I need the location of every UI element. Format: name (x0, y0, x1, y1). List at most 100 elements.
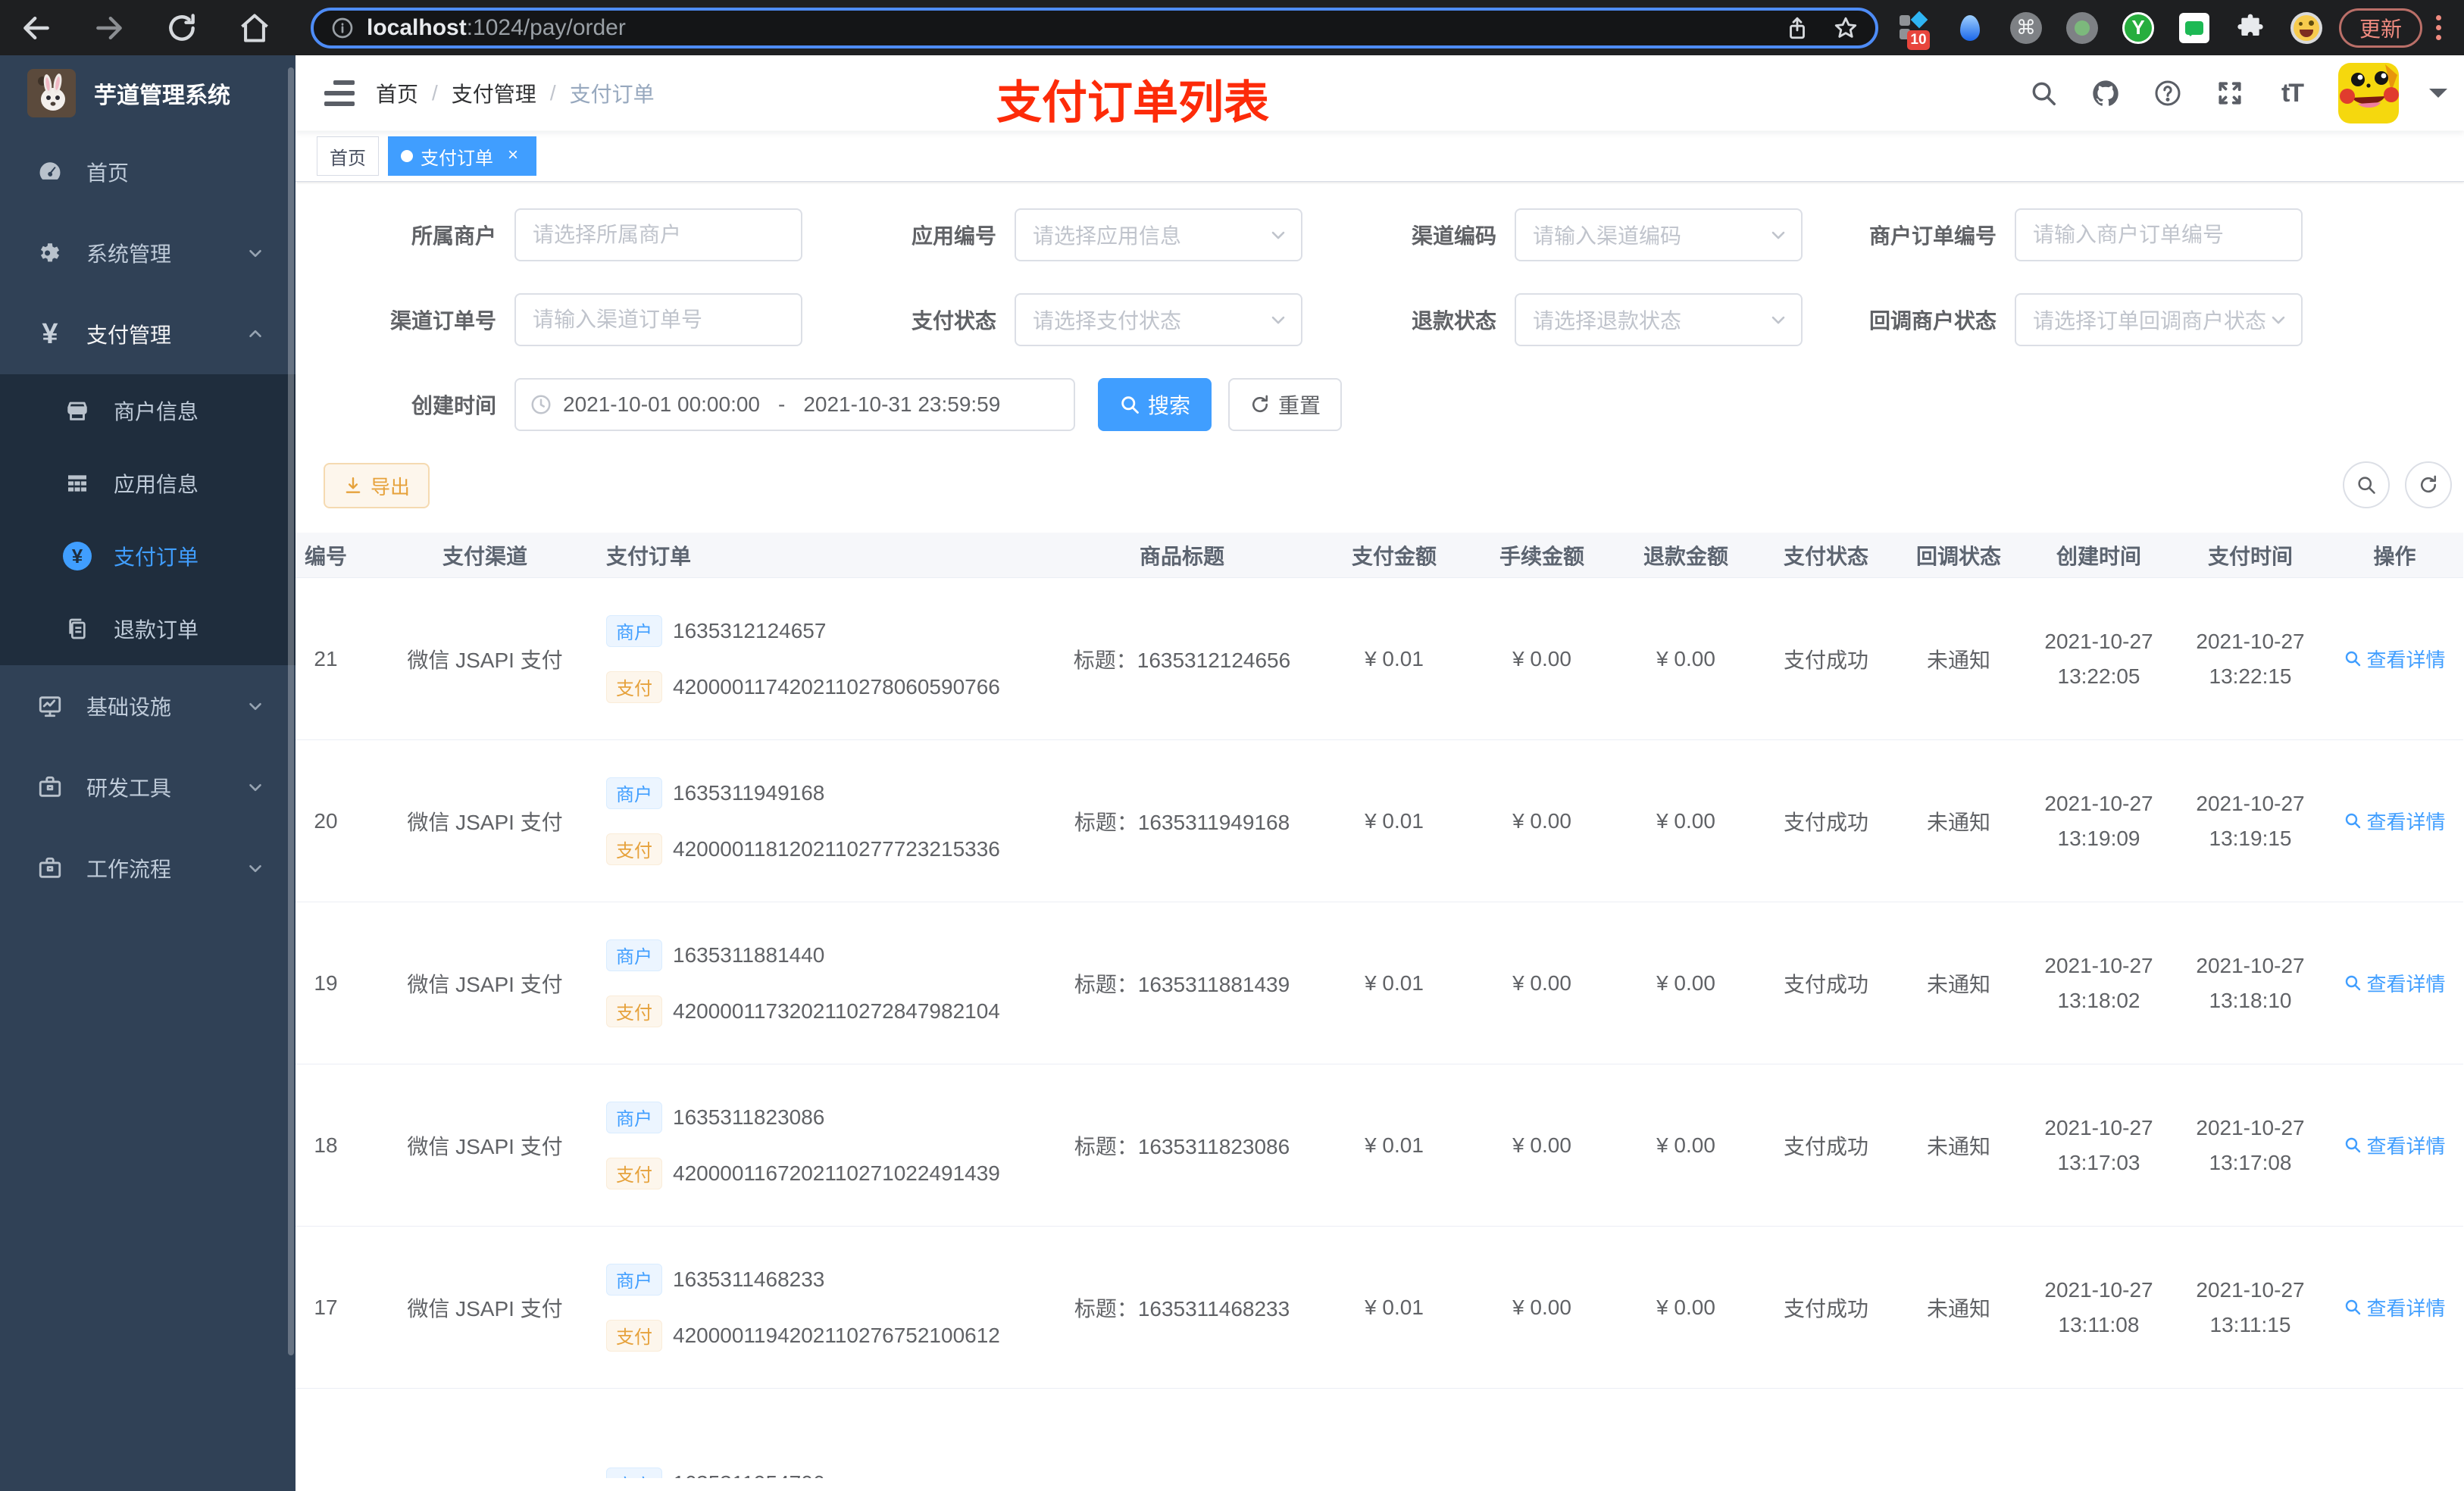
view-detail-link[interactable]: 查看详情 (2344, 969, 2446, 997)
share-icon[interactable] (1784, 15, 1810, 41)
sidebar-item-app-info[interactable]: 应用信息 (0, 447, 295, 520)
font-size-icon[interactable]: tT (2276, 77, 2308, 109)
table-header-row: 编号 支付渠道 支付订单 商品标题 支付金额 手续金额 退款金额 支付状态 回调… (295, 533, 2463, 578)
refund-status-select[interactable]: 请选择退款状态 (1515, 293, 1803, 346)
breadcrumb: 首页 / 支付管理 / 支付订单 (376, 78, 655, 108)
notify-status: 未通知 (1926, 810, 1990, 834)
sidebar-item-workflow[interactable]: 工作流程 (0, 827, 295, 908)
field-pay-status: 支付状态 请选择支付状态 (833, 293, 1333, 346)
date-separator: - (778, 392, 786, 416)
extension-command-icon[interactable]: ⌘ (2009, 11, 2043, 45)
sidebar-item-home[interactable]: 首页 (0, 131, 295, 212)
shop-icon (62, 395, 92, 426)
refresh-table-button[interactable] (2405, 461, 2452, 508)
sidebar-item-refund-order[interactable]: 退款订单 (0, 592, 295, 665)
download-icon (343, 476, 363, 495)
view-detail-link[interactable]: 查看详情 (2344, 807, 2446, 835)
github-icon[interactable] (2090, 77, 2122, 109)
merchant-order-no: 1635312124657 (673, 618, 827, 642)
bookmark-star-icon[interactable] (1833, 15, 1859, 41)
help-icon[interactable] (2152, 77, 2184, 109)
toggle-search-button[interactable] (2343, 461, 2390, 508)
reset-button[interactable]: 重置 (1228, 378, 1343, 431)
pay-status: 支付成功 (1783, 810, 1868, 834)
site-info-icon[interactable] (330, 16, 355, 40)
sidebar-item-payment[interactable]: ¥ 支付管理 (0, 293, 295, 374)
sidebar-item-pay-order[interactable]: ¥ 支付订单 (0, 520, 295, 592)
pay-tag: 支付 (606, 995, 662, 1027)
profile-emoji-icon[interactable] (2289, 11, 2324, 45)
chevron-down-icon (245, 777, 265, 797)
sidebar-menu: 首页 系统管理 ¥ 支付管理 商户信息 应用信息 ¥ 支付订单 退款订单 基础设… (0, 131, 295, 908)
tag-close-icon[interactable]: × (502, 145, 524, 167)
table-row: 18 微信 JSAPI 支付 商户 1635311823086 支付 4200001… (295, 1064, 2463, 1227)
merchant-order-no-input[interactable] (2033, 223, 2284, 247)
view-detail-link[interactable]: 查看详情 (2344, 645, 2446, 673)
app-logo[interactable]: 芋道管理系统 (0, 55, 295, 131)
refresh-icon (1249, 394, 1271, 415)
chevron-down-icon (1768, 224, 1789, 245)
sidebar-item-merchant-info[interactable]: 商户信息 (0, 374, 295, 447)
tag-home[interactable]: 首页 (317, 136, 379, 176)
breadcrumb-payment[interactable]: 支付管理 (452, 78, 536, 108)
channel-code-select[interactable]: 请输入渠道编码 (1515, 208, 1803, 261)
pay-order-no: 4200001174202110278060590766 (673, 674, 1000, 699)
sidebar-item-dev-tools[interactable]: 研发工具 (0, 746, 295, 827)
browser-update-button[interactable]: 更新 (2338, 8, 2422, 48)
page-annotation-title: 支付订单列表 (996, 77, 1269, 128)
table-toolbar: 导出 (295, 461, 2464, 508)
merchant-input[interactable] (533, 223, 784, 247)
pay-order-no: 4200001173202110272847982104 (673, 999, 1000, 1023)
yen-icon: ¥ (42, 317, 58, 350)
channel-order-no-input[interactable] (533, 308, 784, 332)
extension-badge: 10 (1906, 30, 1930, 50)
field-notify-status: 回调商户状态 请选择订单回调商户状态 (1833, 293, 2333, 346)
sidebar-item-infrastructure[interactable]: 基础设施 (0, 665, 295, 746)
avatar-caret-icon[interactable] (2429, 89, 2447, 107)
extension-blue-diamond-icon[interactable]: 10 (1896, 11, 1931, 50)
view-detail-link[interactable]: 查看详情 (2344, 1293, 2446, 1321)
address-bar[interactable]: localhost:1024/pay/order (311, 7, 1878, 48)
breadcrumb-home[interactable]: 首页 (376, 78, 418, 108)
extension-balloon-icon[interactable] (1953, 11, 1987, 45)
fullscreen-icon[interactable] (2214, 77, 2246, 109)
chevron-down-icon (1268, 309, 1289, 330)
browser-forward-icon[interactable] (92, 11, 126, 45)
search-icon (2344, 974, 2362, 992)
pay-order-no: 4200001167202110271022491439 (673, 1161, 1000, 1185)
search-icon (2344, 649, 2362, 667)
sidebar-collapse-icon[interactable] (324, 80, 355, 106)
field-merchant: 所属商户 (333, 208, 833, 261)
browser-menu-icon[interactable] (2436, 15, 2441, 40)
pay-tag: 支付 (606, 833, 662, 865)
document-icon (62, 614, 92, 644)
extensions-puzzle-icon[interactable] (2233, 11, 2268, 45)
sidebar-scrollbar[interactable] (288, 67, 294, 1355)
search-button[interactable]: 搜索 (1098, 378, 1212, 431)
extension-grey-circle-icon[interactable] (2065, 11, 2100, 45)
search-icon[interactable] (2028, 77, 2059, 109)
tags-view-bar: 首页 支付订单 × (295, 131, 2464, 182)
tag-pay-order[interactable]: 支付订单 × (388, 136, 536, 176)
table-row: 17 微信 JSAPI 支付 商户 1635311468233 支付 4200001… (295, 1227, 2463, 1389)
chevron-down-icon (2268, 309, 2289, 330)
browser-back-icon[interactable] (20, 11, 53, 45)
notify-status-select[interactable]: 请选择订单回调商户状态 (2015, 293, 2303, 346)
sidebar-item-system[interactable]: 系统管理 (0, 212, 295, 293)
extension-chat-icon[interactable] (2177, 11, 2212, 45)
view-detail-link[interactable]: 查看详情 (2344, 1131, 2446, 1159)
field-merchant-order-no: 商户订单编号 (1833, 208, 2333, 261)
user-avatar[interactable] (2338, 63, 2399, 123)
export-button[interactable]: 导出 (324, 463, 430, 508)
extension-y-icon[interactable]: Y (2121, 11, 2156, 45)
app-title: 芋道管理系统 (94, 83, 230, 108)
pay-status-select[interactable]: 请选择支付状态 (1015, 293, 1302, 346)
browser-reload-icon[interactable] (165, 11, 199, 45)
dashboard-icon (35, 157, 65, 187)
field-refund-status: 退款状态 请选择退款状态 (1333, 293, 1833, 346)
browser-home-icon[interactable] (238, 11, 271, 45)
pay-order-no: 4200001194202110276752100612 (673, 1323, 1000, 1347)
date-range-picker[interactable]: 2021-10-01 00:00:00 - 2021-10-31 23:59:5… (514, 378, 1075, 431)
app-select[interactable]: 请选择应用信息 (1015, 208, 1302, 261)
navbar-actions: tT (2028, 55, 2447, 131)
